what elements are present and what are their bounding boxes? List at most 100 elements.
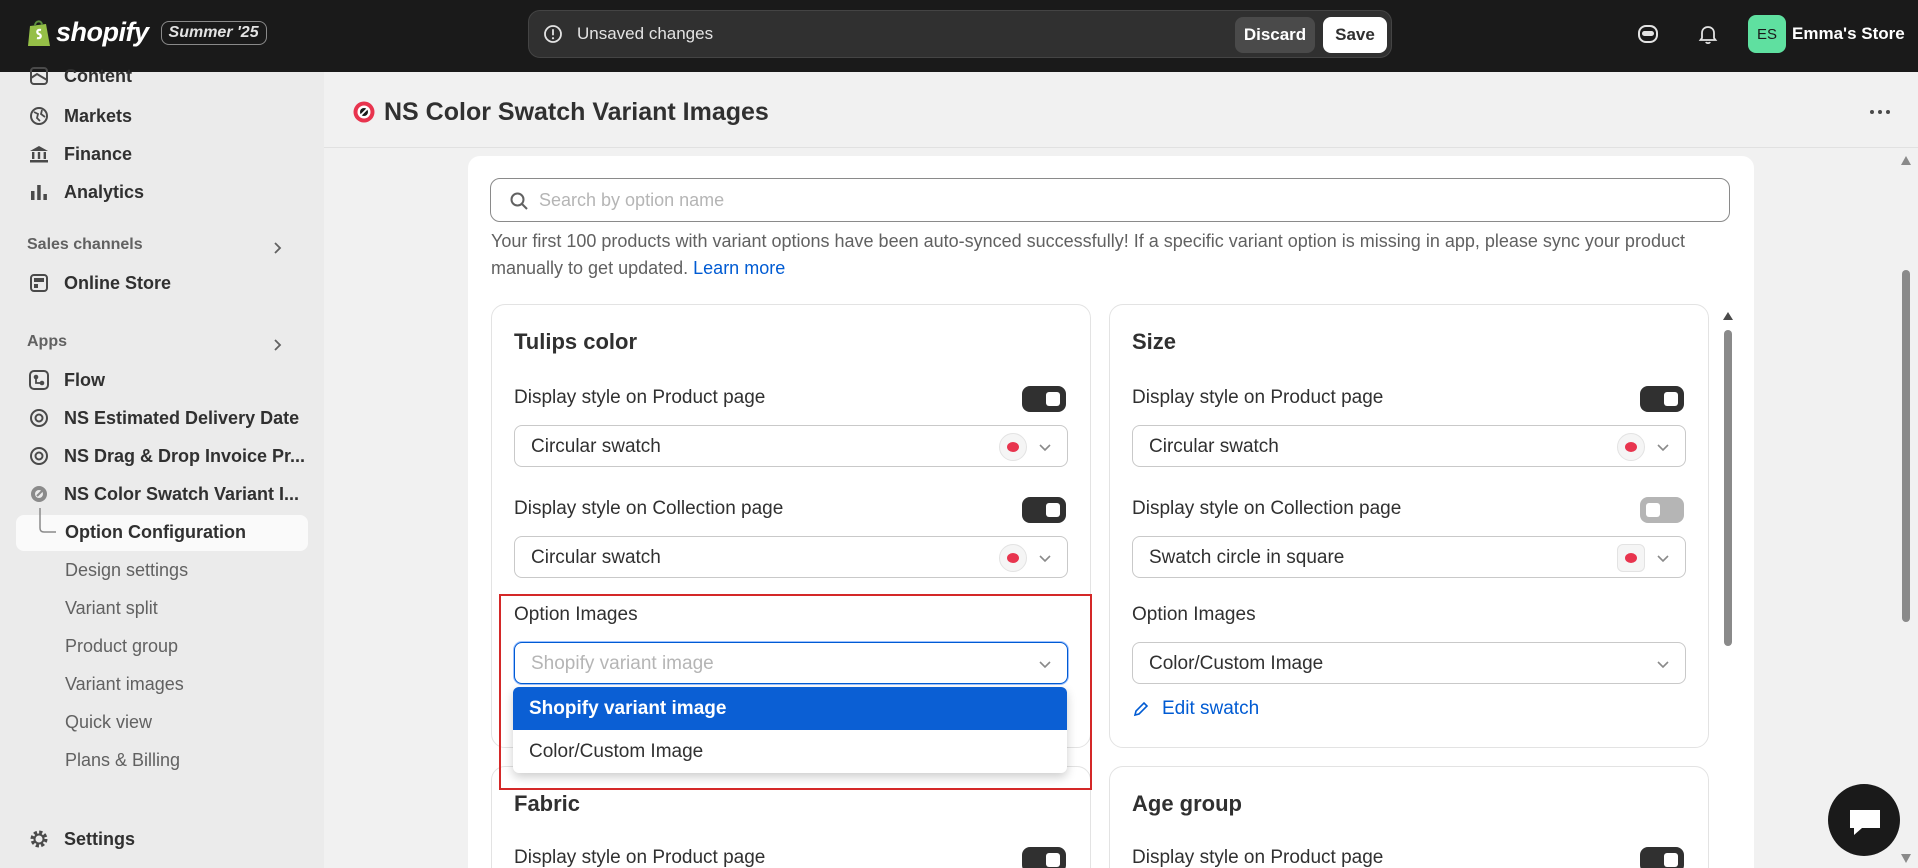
app-icon xyxy=(30,409,48,427)
swatch-preview xyxy=(1617,433,1645,461)
edition-badge[interactable]: Summer '25 xyxy=(160,20,267,45)
sidebar-item-label: Settings xyxy=(64,828,136,849)
option-title: Size xyxy=(1132,329,1177,354)
chat-icon xyxy=(1850,810,1880,835)
edit-swatch-link[interactable]: Edit swatch xyxy=(1132,698,1259,720)
sync-notice: Your first 100 products with variant opt… xyxy=(491,228,1737,282)
sidebar-item-label: Content xyxy=(64,65,132,86)
alert-circle-icon xyxy=(544,25,562,43)
content-icon xyxy=(30,67,48,85)
store-icon xyxy=(30,274,48,292)
option-title: Tulips color xyxy=(514,329,638,354)
chevron-down-icon xyxy=(1039,444,1051,452)
product-page-label: Display style on Product page xyxy=(1132,847,1384,868)
store-name[interactable]: Emma's Store xyxy=(1792,24,1905,44)
chevron-right-icon[interactable] xyxy=(270,337,286,353)
avatar[interactable]: ES xyxy=(1748,15,1786,53)
product-page-style-select[interactable]: Circular swatch xyxy=(1132,425,1686,467)
bar-chart-icon xyxy=(31,185,47,200)
app-icon xyxy=(30,447,48,465)
sidebar-item-label: Flow xyxy=(64,369,105,390)
sub-item-option-configuration[interactable]: Option Configuration xyxy=(65,522,246,543)
tree-branch-icon xyxy=(39,508,56,533)
search-input[interactable] xyxy=(539,187,1699,213)
sub-item-product-group[interactable]: Product group xyxy=(65,636,178,657)
shopify-bag-icon xyxy=(28,19,50,46)
chevron-down-icon xyxy=(1657,444,1669,452)
select-value: Circular swatch xyxy=(531,547,661,568)
option-title: Fabric xyxy=(514,791,581,816)
sidebar: Content Markets Finance Analytics Sales … xyxy=(0,66,324,868)
collection-page-style-select[interactable]: Circular swatch xyxy=(514,536,1068,578)
product-page-label: Display style on Product page xyxy=(514,847,766,868)
product-page-toggle[interactable] xyxy=(1640,386,1684,412)
chevron-down-icon xyxy=(1039,555,1051,563)
sidebar-item-label: Analytics xyxy=(64,181,145,202)
sidebar-item-finance[interactable]: Finance xyxy=(16,136,308,172)
option-title: Age group xyxy=(1132,791,1242,816)
page-scrollbar[interactable] xyxy=(1898,152,1914,868)
sidebar-item-label: Markets xyxy=(64,105,133,126)
product-page-toggle[interactable] xyxy=(1022,847,1066,868)
swatch-preview xyxy=(999,433,1027,461)
sidebar-item-label: NS Drag & Drop Invoice Pr... xyxy=(64,445,306,466)
product-page-label: Display style on Product page xyxy=(514,387,766,408)
more-horizontal-icon[interactable] xyxy=(1866,100,1894,124)
sales-channels-title[interactable]: Sales channels xyxy=(27,236,143,254)
collection-page-toggle[interactable] xyxy=(1022,497,1066,523)
contextual-save-bar: Unsaved changes Discard Save xyxy=(528,10,1392,58)
sub-item-plans-billing[interactable]: Plans & Billing xyxy=(65,750,180,771)
sidebar-item-label: NS Estimated Delivery Date xyxy=(64,407,300,428)
select-value: Circular swatch xyxy=(1149,436,1279,457)
sub-item-variant-images[interactable]: Variant images xyxy=(65,674,184,695)
learn-more-link[interactable]: Learn more xyxy=(693,258,785,278)
gear-icon xyxy=(30,830,48,848)
collection-page-style-select[interactable]: Swatch circle in square xyxy=(1132,536,1686,578)
sub-item-quick-view[interactable]: Quick view xyxy=(65,712,152,733)
save-button[interactable]: Save xyxy=(1323,17,1387,53)
sidebar-item-settings[interactable]: Settings xyxy=(16,821,308,857)
product-page-label: Display style on Product page xyxy=(1132,387,1384,408)
edit-swatch-label: Edit swatch xyxy=(1162,698,1260,719)
chevron-right-icon[interactable] xyxy=(270,240,286,256)
sidebar-item-analytics[interactable]: Analytics xyxy=(16,174,308,210)
product-page-toggle[interactable] xyxy=(1022,386,1066,412)
collection-page-label: Display style on Collection page xyxy=(1132,498,1402,519)
flow-icon xyxy=(29,370,49,390)
apps-title[interactable]: Apps xyxy=(27,333,67,351)
collection-page-label: Display style on Collection page xyxy=(514,498,784,519)
product-page-toggle[interactable] xyxy=(1640,847,1684,868)
sidebar-item-markets[interactable]: Markets xyxy=(16,98,308,134)
bell-icon[interactable] xyxy=(1696,22,1720,46)
highlight-annotation-box xyxy=(499,594,1092,790)
header-divider xyxy=(324,147,1918,148)
chat-button[interactable] xyxy=(1828,784,1900,856)
product-page-style-select[interactable]: Circular swatch xyxy=(514,425,1068,467)
sub-item-variant-split[interactable]: Variant split xyxy=(65,598,158,619)
shopify-logo[interactable]: shopify Summer '25 xyxy=(26,17,267,48)
collection-page-toggle[interactable] xyxy=(1640,497,1684,523)
sidekick-icon[interactable] xyxy=(1636,22,1660,46)
chevron-down-icon xyxy=(1657,555,1669,563)
pencil-icon xyxy=(1133,701,1149,717)
option-images-label: Option Images xyxy=(1132,604,1256,625)
sidebar-item-flow[interactable]: Flow xyxy=(16,362,308,398)
swatch-preview xyxy=(1617,544,1645,572)
sub-item-design-settings[interactable]: Design settings xyxy=(65,560,188,581)
sidebar-item-ns-color-swatch[interactable]: NS Color Swatch Variant I... xyxy=(16,476,308,512)
sidebar-item-content[interactable]: Content xyxy=(16,58,308,94)
sidebar-item-ns-estimated-delivery[interactable]: NS Estimated Delivery Date xyxy=(16,400,308,436)
swatch-preview xyxy=(999,544,1027,572)
discard-button[interactable]: Discard xyxy=(1235,17,1315,53)
unsaved-changes-text: Unsaved changes xyxy=(577,24,714,43)
page-title: NS Color Swatch Variant Images xyxy=(384,98,769,126)
option-card-age-group: Age group Display style on Product page xyxy=(1109,766,1709,868)
sidebar-item-online-store[interactable]: Online Store xyxy=(16,265,308,301)
option-card-size: Size Display style on Product page Circu… xyxy=(1109,304,1709,748)
option-images-select[interactable]: Color/Custom Image xyxy=(1132,642,1686,684)
sidebar-item-ns-invoice[interactable]: NS Drag & Drop Invoice Pr... xyxy=(16,438,308,474)
inner-scrollbar[interactable] xyxy=(1722,310,1734,710)
sync-notice-text: Your first 100 products with variant opt… xyxy=(491,231,1685,278)
search-field[interactable] xyxy=(490,178,1730,222)
swatch-app-logo-icon xyxy=(353,101,375,123)
